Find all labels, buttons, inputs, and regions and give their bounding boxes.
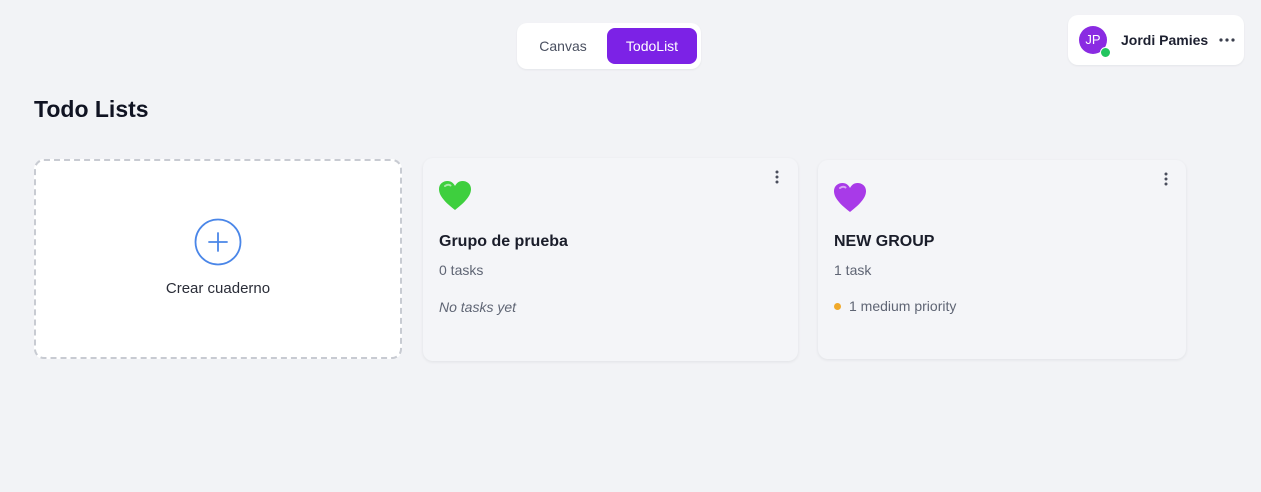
plus-circle-icon — [194, 218, 242, 266]
task-count: 1 task — [834, 262, 872, 278]
more-vertical-icon[interactable] — [770, 167, 784, 187]
empty-state-text: No tasks yet — [439, 299, 517, 315]
green-heart-icon — [438, 180, 472, 212]
group-title: NEW GROUP — [834, 233, 935, 250]
purple-heart-icon — [833, 182, 867, 214]
group-title: Grupo de prueba — [439, 233, 568, 250]
tab-todolist[interactable]: TodoList — [607, 28, 697, 64]
more-horizontal-icon[interactable] — [1216, 28, 1238, 52]
page-title: Todo Lists — [34, 96, 149, 122]
priority-dot — [834, 303, 841, 310]
user-profile-card[interactable]: JP Jordi Pamies — [1068, 15, 1244, 65]
create-notebook-card[interactable]: Crear cuaderno — [34, 159, 402, 359]
view-switcher: Canvas TodoList — [517, 23, 701, 69]
more-vertical-icon[interactable] — [1159, 169, 1173, 189]
user-name: Jordi Pamies — [1121, 32, 1209, 48]
online-status-indicator — [1100, 47, 1111, 58]
priority-label: 1 medium priority — [849, 298, 957, 314]
todo-group-card[interactable]: Grupo de prueba 0 tasks No tasks yet — [423, 158, 798, 361]
todo-group-card[interactable]: NEW GROUP 1 task 1 medium priority — [818, 160, 1186, 359]
task-count: 0 tasks — [439, 262, 484, 278]
create-notebook-label: Crear cuaderno — [165, 280, 271, 297]
tab-canvas[interactable]: Canvas — [523, 28, 603, 64]
priority-summary: 1 medium priority — [834, 298, 956, 314]
